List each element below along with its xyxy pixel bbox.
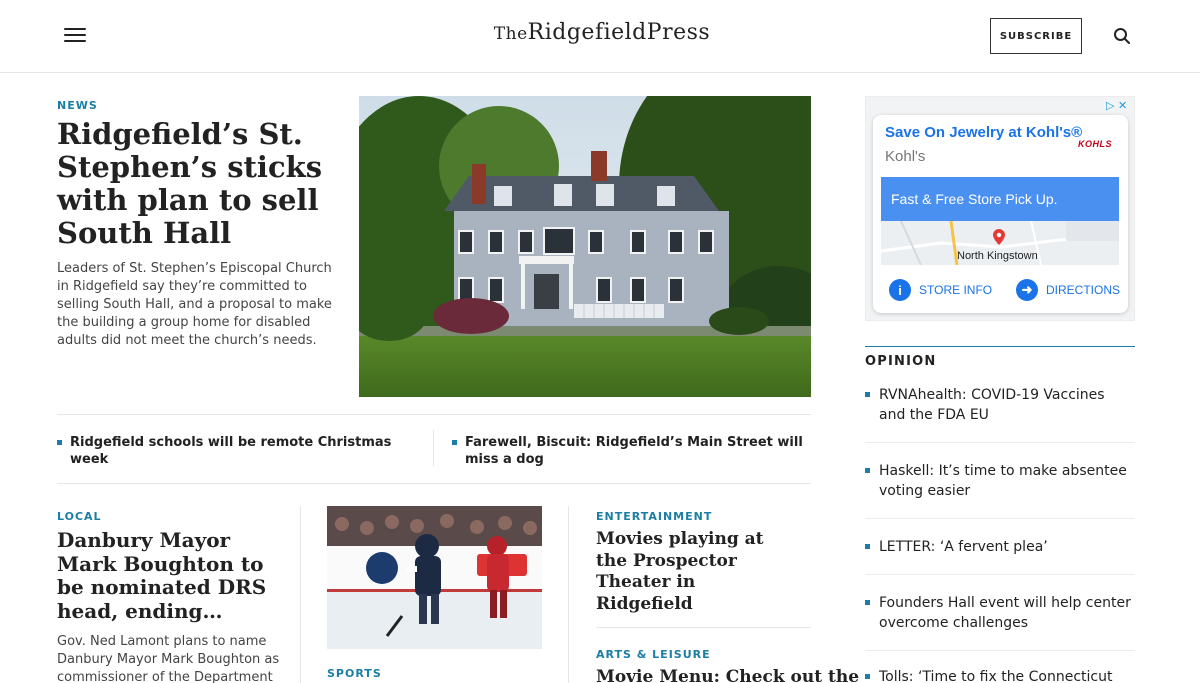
logo-the: The <box>493 24 528 44</box>
local-kicker[interactable]: LOCAL <box>57 510 102 523</box>
opinion-item[interactable]: RVNAhealth: COVID-19 Vaccines and the FD… <box>865 385 1135 425</box>
ad-headline[interactable]: Save On Jewelry at Kohl's® <box>885 124 1082 141</box>
menu-icon[interactable] <box>64 28 86 46</box>
site-logo[interactable]: TheRidgefieldPress <box>470 20 734 45</box>
related-link-biscuit[interactable]: Farewell, Biscuit: Ridgefield’s Main Str… <box>452 434 807 468</box>
opinion-heading[interactable]: OPINION <box>865 346 1135 369</box>
local-headline[interactable]: Danbury Mayor Mark Boughton to be nomina… <box>57 528 282 623</box>
info-icon: i <box>889 279 911 301</box>
sports-kicker[interactable]: SPORTS <box>327 667 382 680</box>
map-pin-icon <box>993 229 1005 245</box>
ad-choices-icon[interactable]: ▷ ✕ <box>1106 99 1127 112</box>
store-info-label: STORE INFO <box>919 283 993 297</box>
subscribe-button[interactable]: SUBSCRIBE <box>990 18 1082 54</box>
kohls-logo: KOHLS <box>1078 139 1112 149</box>
store-info-button[interactable]: i STORE INFO <box>889 277 992 303</box>
opinion-item[interactable]: Founders Hall event will help center ove… <box>865 593 1135 633</box>
opinion-item[interactable]: Tolls: ‘Time to fix the Connecticut <box>865 667 1135 683</box>
directions-label: DIRECTIONS <box>1046 283 1121 297</box>
lead-summary: Leaders of St. Stephen’s Episcopal Churc… <box>57 261 332 348</box>
search-icon[interactable] <box>1113 27 1131 45</box>
related-link-schools[interactable]: Ridgefield schools will be remote Christ… <box>57 434 422 468</box>
logo-name: RidgefieldPress <box>527 20 711 45</box>
arts-headline[interactable]: Movie Menu: Check out the <box>596 667 859 683</box>
entertainment-kicker[interactable]: ENTERTAINMENT <box>596 510 712 523</box>
ad-banner[interactable]: Fast & Free Store Pick Up. <box>881 177 1119 221</box>
arts-kicker[interactable]: ARTS & LEISURE <box>596 648 711 661</box>
ad-map-label: North Kingstown <box>957 250 1038 262</box>
directions-icon: ➜ <box>1016 279 1038 301</box>
opinion-item[interactable]: LETTER: ‘A fervent plea’ <box>865 537 1135 557</box>
lead-headline[interactable]: Ridgefield’s St. Stephen’s sticks with p… <box>57 118 347 250</box>
ad-map[interactable]: North Kingstown <box>881 221 1119 265</box>
advertisement[interactable]: ▷ ✕ Save On Jewelry at Kohl's® Kohl's KO… <box>865 96 1135 321</box>
sports-image-hockey[interactable] <box>327 506 542 649</box>
lead-image-house[interactable] <box>359 96 811 397</box>
site-header: TheRidgefieldPress SUBSCRIBE <box>0 0 1200 73</box>
opinion-item[interactable]: Haskell: It’s time to make absentee voti… <box>865 461 1135 501</box>
ad-card[interactable]: Save On Jewelry at Kohl's® Kohl's KOHLS … <box>873 115 1128 313</box>
directions-button[interactable]: ➜ DIRECTIONS <box>1016 277 1120 303</box>
local-summary: Gov. Ned Lamont plans to name Danbury Ma… <box>57 634 280 683</box>
entertainment-headline[interactable]: Movies playing at the Prospector Theater… <box>596 529 796 615</box>
ad-brand: Kohl's <box>885 148 926 165</box>
lead-kicker[interactable]: NEWS <box>57 99 98 112</box>
